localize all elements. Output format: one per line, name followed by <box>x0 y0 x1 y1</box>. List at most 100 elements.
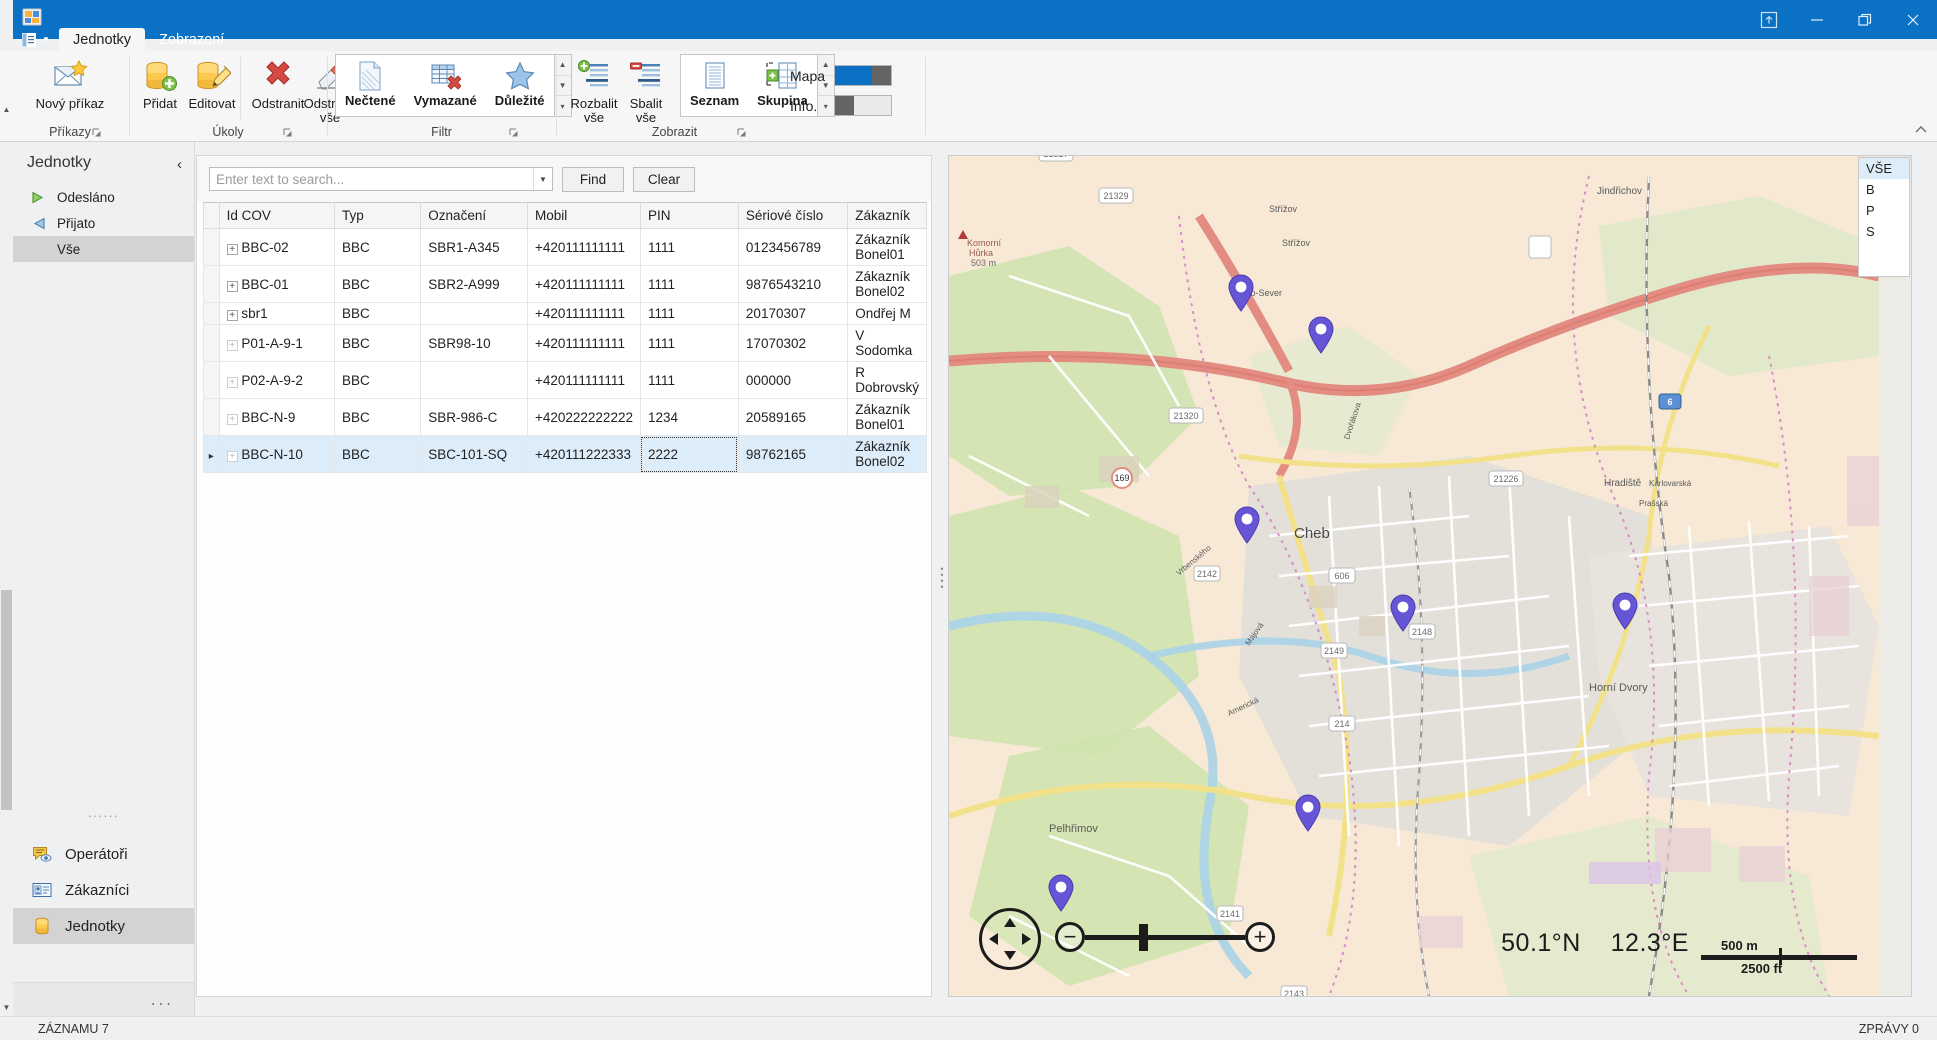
cell-pin[interactable]: 1111 <box>640 229 738 266</box>
outer-scroll-down-arrow[interactable]: ▼ <box>0 998 13 1016</box>
edit-button[interactable]: Editovat <box>186 51 238 110</box>
map-marker[interactable] <box>1227 274 1255 312</box>
cell-oznaceni[interactable]: SBR98-10 <box>421 325 528 362</box>
cell-typ[interactable]: BBC <box>334 362 420 399</box>
cell-mobil[interactable]: +420111111111 <box>527 266 640 303</box>
ribbon-collapse-icon[interactable] <box>1914 123 1928 137</box>
cell-seriove-cislo[interactable]: 0123456789 <box>738 229 847 266</box>
search-combobox[interactable]: ▼ <box>209 167 553 191</box>
chevron-down-icon[interactable]: ▼ <box>533 168 552 190</box>
map-marker[interactable] <box>1047 874 1075 912</box>
cell-typ[interactable]: BBC <box>334 436 420 473</box>
cell-mobil[interactable]: +420111222333 <box>527 436 640 473</box>
cell-mobil[interactable]: +420222222222 <box>527 399 640 436</box>
collapse-all-button[interactable]: Sbalit vše <box>620 51 672 125</box>
map-pan-control[interactable] <box>979 908 1041 970</box>
column-header-id-cov[interactable]: Id COV <box>219 203 334 229</box>
row-expander-icon[interactable]: + <box>227 244 238 255</box>
legend-item-p[interactable]: P <box>1859 200 1909 221</box>
map-marker[interactable] <box>1233 506 1261 544</box>
map-canvas[interactable]: 21327 21329 21320 21226 2142 606 2148 21… <box>949 156 1879 996</box>
unread-filter-button[interactable]: Nečtené <box>336 55 405 116</box>
table-row[interactable]: + BBC-N-9BBCSBR-986-C+420222222222123420… <box>204 399 927 436</box>
ukoly-dialog-launcher-icon[interactable] <box>282 126 294 138</box>
cell-zakaznik[interactable]: Zákazník Bonel02 <box>848 266 927 303</box>
outer-scroll-up-arrow[interactable]: ▲ <box>0 100 13 118</box>
map-marker[interactable] <box>1389 594 1417 632</box>
legend-item-vse[interactable]: VŠE <box>1859 158 1909 179</box>
legend-item-b[interactable]: B <box>1859 179 1909 200</box>
cell-id-cov[interactable]: + P01-A-9-1 <box>219 325 334 362</box>
cell-pin[interactable]: 1111 <box>640 325 738 362</box>
cell-zakaznik[interactable]: Zákazník Bonel02 <box>848 436 927 473</box>
cell-id-cov[interactable]: + P02-A-9-2 <box>219 362 334 399</box>
cell-id-cov[interactable]: + BBC-01 <box>219 266 334 303</box>
cell-oznaceni[interactable] <box>421 303 528 325</box>
row-expander-icon[interactable]: + <box>227 414 238 425</box>
zoom-in-button[interactable]: + <box>1245 922 1275 952</box>
quick-access-toolbar-button[interactable]: ▼ <box>13 28 59 51</box>
column-header-oznaceni[interactable]: Označení <box>421 203 528 229</box>
important-filter-button[interactable]: Důležité <box>486 55 554 116</box>
cell-seriove-cislo[interactable]: 17070302 <box>738 325 847 362</box>
cell-mobil[interactable]: +420111111111 <box>527 229 640 266</box>
panel-splitter[interactable]: • • • • <box>938 560 946 596</box>
cell-typ[interactable]: BBC <box>334 303 420 325</box>
table-row[interactable]: ▸+ BBC-N-10BBCSBC-101-SQ+420111222333222… <box>204 436 927 473</box>
sidebar-item-odeslano[interactable]: Odesláno <box>13 184 194 210</box>
column-header-zakaznik[interactable]: Zákazník <box>848 203 927 229</box>
cell-id-cov[interactable]: + BBC-N-10 <box>219 436 334 473</box>
row-expander-icon[interactable]: + <box>227 377 238 388</box>
table-row[interactable]: + BBC-02BBCSBR1-A345+4201111111111111012… <box>204 229 927 266</box>
deleted-filter-button[interactable]: Vymazané <box>405 55 486 116</box>
column-header-mobil[interactable]: Mobil <box>527 203 640 229</box>
find-button[interactable]: Find <box>562 167 624 192</box>
outer-scroll-thumb[interactable] <box>1 590 12 810</box>
list-view-button[interactable]: Seznam <box>681 55 748 116</box>
restore-button[interactable] <box>1841 0 1889 39</box>
zobrazit-dialog-launcher-icon[interactable] <box>736 126 748 138</box>
add-button[interactable]: Přidat <box>134 51 186 110</box>
sidebar-item-jednotky[interactable]: Jednotky <box>13 908 194 944</box>
sidebar-item-vse[interactable]: Vše <box>13 236 194 262</box>
table-row[interactable]: + sbr1BBC+420111111111111120170307Ondřej… <box>204 303 927 325</box>
row-expander-icon[interactable]: + <box>227 340 238 351</box>
row-expander-icon[interactable]: + <box>227 281 238 292</box>
info-toggle[interactable] <box>834 95 892 116</box>
zoom-track[interactable] <box>1085 935 1245 940</box>
help-upload-button[interactable] <box>1745 0 1793 39</box>
table-row[interactable]: + BBC-01BBCSBR2-A999+4201111111111111987… <box>204 266 927 303</box>
cell-oznaceni[interactable]: SBC-101-SQ <box>421 436 528 473</box>
table-row[interactable]: + P02-A-9-2BBC+4201111111111111000000R D… <box>204 362 927 399</box>
cell-mobil[interactable]: +420111111111 <box>527 303 640 325</box>
table-row[interactable]: + P01-A-9-1BBCSBR98-10+42011111111111111… <box>204 325 927 362</box>
cell-zakaznik[interactable]: V Sodomka <box>848 325 927 362</box>
delete-button[interactable]: Odstranit <box>252 51 304 110</box>
map-zoom-slider[interactable]: − + <box>1055 922 1275 952</box>
map-marker[interactable] <box>1307 316 1335 354</box>
expand-all-button[interactable]: Rozbalit vše <box>568 51 620 125</box>
cell-id-cov[interactable]: + BBC-02 <box>219 229 334 266</box>
cell-oznaceni[interactable] <box>421 362 528 399</box>
new-command-button[interactable]: Nový příkaz <box>31 51 110 110</box>
cell-typ[interactable]: BBC <box>334 266 420 303</box>
row-expander-icon[interactable]: + <box>227 310 238 321</box>
sidebar-item-prijato[interactable]: Přijato <box>13 210 194 236</box>
cell-id-cov[interactable]: + BBC-N-9 <box>219 399 334 436</box>
cell-typ[interactable]: BBC <box>334 399 420 436</box>
cell-zakaznik[interactable]: Zákazník Bonel01 <box>848 399 927 436</box>
zoom-out-button[interactable]: − <box>1055 922 1085 952</box>
zoom-thumb[interactable] <box>1139 924 1148 951</box>
cell-id-cov[interactable]: + sbr1 <box>219 303 334 325</box>
clear-button[interactable]: Clear <box>633 167 695 192</box>
filtr-dialog-launcher-icon[interactable] <box>508 126 520 138</box>
sidebar-overflow-button[interactable]: ... <box>13 982 194 1016</box>
cell-seriove-cislo[interactable]: 98762165 <box>738 436 847 473</box>
cell-pin[interactable]: 1111 <box>640 266 738 303</box>
cell-pin[interactable]: 1111 <box>640 362 738 399</box>
row-expander-icon[interactable]: + <box>227 451 238 462</box>
cell-pin[interactable]: 2222 <box>640 436 738 473</box>
cell-seriove-cislo[interactable]: 20589165 <box>738 399 847 436</box>
cell-oznaceni[interactable]: SBR1-A345 <box>421 229 528 266</box>
cell-pin[interactable]: 1234 <box>640 399 738 436</box>
